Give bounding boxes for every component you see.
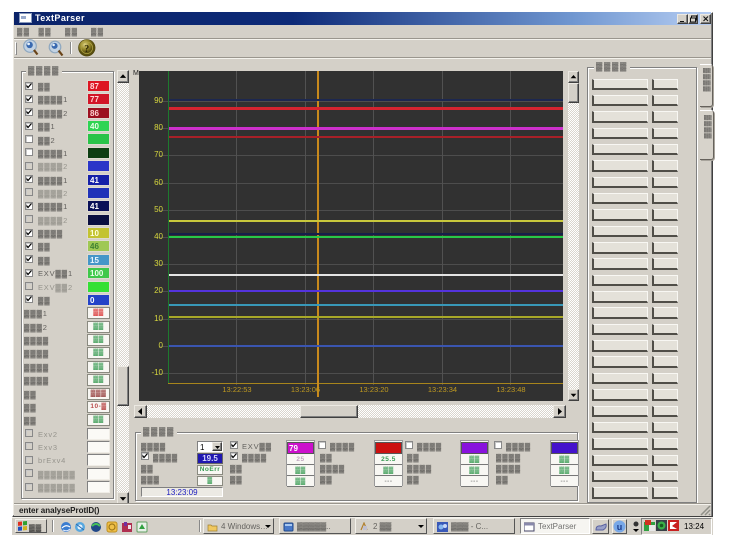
svg-text:?: ? (84, 44, 89, 55)
svg-text:u: u (617, 522, 623, 532)
